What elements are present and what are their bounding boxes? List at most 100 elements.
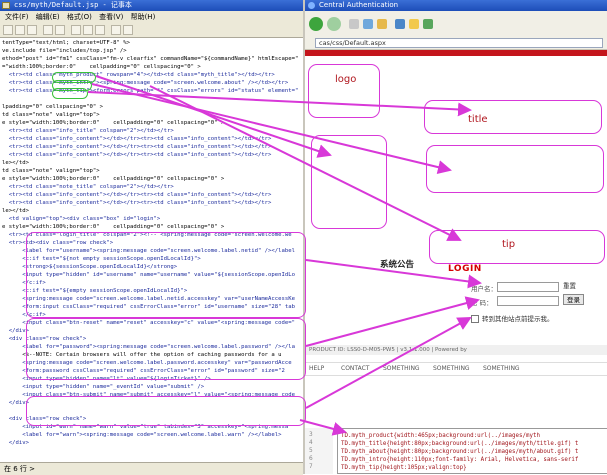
- title-placeholder: [424, 100, 602, 134]
- gutter-number: 5: [309, 448, 313, 454]
- css-rule-line: TD.myth_title{height:80px;background:url…: [341, 441, 579, 447]
- code-line: </div>: [2, 328, 29, 334]
- code-line: e style="width:100%;border:0" cellpaddin…: [2, 176, 225, 182]
- code-line: <tr><td class="info_content"></td></tr><…: [2, 152, 272, 158]
- code-line: <form:input cssClass="required" cssError…: [2, 304, 295, 310]
- css-snippet-panel[interactable]: TD.myth_product{width:465px;background:u…: [337, 428, 607, 474]
- code-line: <input type="hidden" name="_eventId" val…: [2, 384, 205, 390]
- code-line: <tr><td class="info_content"></td></tr><…: [2, 192, 272, 198]
- code-line: ethod="post" id="fm1" cssClass="fm-v cle…: [2, 56, 299, 62]
- code-line: </c:if>: [2, 280, 46, 286]
- open-file-icon[interactable]: [15, 25, 25, 35]
- logo-label: logo: [335, 74, 357, 85]
- editor-titlebar: css/myth/Default.jsp - 记事本: [0, 0, 303, 11]
- css-rule-line: TD.myth_tip{height:105px;valign:top}: [341, 465, 467, 471]
- gutter-number: 7: [309, 464, 313, 470]
- notepad-icon: [2, 2, 10, 9]
- tip-label: tip: [502, 239, 516, 250]
- print-icon[interactable]: [43, 25, 53, 35]
- code-line: <form:password cssClass="required" cssEr…: [2, 368, 285, 374]
- footer-link-something[interactable]: SOMETHING: [383, 363, 420, 375]
- code-line: <tr><td class="myth_intro"><spring:messa…: [2, 80, 289, 86]
- code-line: <div class="row check">: [2, 336, 87, 342]
- menu-help[interactable]: 帮助(H): [131, 13, 156, 21]
- search-icon[interactable]: [395, 19, 405, 29]
- refresh-icon[interactable]: [363, 19, 373, 29]
- gutter-number: 3: [309, 432, 313, 438]
- undo-icon[interactable]: [111, 25, 121, 35]
- code-line: <tr><td class="info_content"></td></tr><…: [2, 144, 272, 150]
- remember-label: 转到其他站点前提示我。: [482, 315, 554, 323]
- reset-button[interactable]: 重置: [563, 280, 576, 290]
- menu-format[interactable]: 格式(O): [67, 13, 92, 21]
- code-line: </div>: [2, 440, 29, 446]
- redo-icon[interactable]: [123, 25, 133, 35]
- footer-link-contact[interactable]: CONTACT: [341, 363, 369, 375]
- code-line: <label for="password"><spring:message co…: [2, 344, 295, 350]
- code-line: <tr><td class="info_content"></td></tr><…: [2, 200, 272, 206]
- menu-view[interactable]: 查看(V): [99, 13, 123, 21]
- stop-icon[interactable]: [349, 19, 359, 29]
- code-line: <input type="hidden" name="lt" value="${…: [2, 376, 211, 382]
- login-title: LOGIN: [448, 264, 482, 274]
- code-line: lpadding="0" cellspacing="0" >: [2, 104, 104, 110]
- product-placeholder: [311, 135, 387, 229]
- code-line: <input type="hidden" id="username" name=…: [2, 272, 295, 278]
- editor-window: css/myth/Default.jsp - 记事本 文件(F) 编辑(E) 格…: [0, 0, 305, 475]
- css-rule-line: TD.myth_product{width:465px;background:u…: [341, 433, 540, 439]
- warn-checkbox[interactable]: [471, 315, 479, 323]
- code-line: <tr><td class="note_title" colspan="2"><…: [2, 184, 174, 190]
- code-area[interactable]: tentType="text/html; charset=UTF-8" %> ve…: [0, 39, 303, 459]
- code-line: <label for="warn"><spring:message code="…: [2, 432, 282, 438]
- favorites-icon[interactable]: [409, 19, 419, 29]
- home-icon[interactable]: [377, 19, 387, 29]
- footer-info: PRODUCT ID: LSS0-D-M05-PW5 | v3.1.1.000 …: [305, 345, 607, 355]
- footer-link-help[interactable]: HELP: [309, 363, 324, 375]
- code-line: <div class="row check">: [2, 416, 87, 422]
- cut-icon[interactable]: [71, 25, 81, 35]
- code-line: <input id="warn" name="warn" value="true…: [2, 424, 289, 430]
- header-banner: [305, 50, 607, 56]
- editor-title: css/myth/Default.jsp - 记事本: [14, 1, 132, 9]
- editor-status-text: 在 6 行 >: [4, 465, 35, 473]
- remember-row: 转到其他站点前提示我。: [471, 313, 554, 323]
- editor-statusbar: 在 6 行 >: [0, 462, 303, 475]
- page-content: logo title tip 系统公告 LOGIN 用户名： 重置 密 码： 登…: [305, 50, 607, 474]
- code-line: <%--NOTE: Certain browsers will offer th…: [2, 352, 282, 358]
- login-button[interactable]: 登录: [563, 294, 584, 305]
- code-line: <strong>${sessionScope.openIdLocalId}</s…: [2, 264, 178, 270]
- history-icon[interactable]: [423, 19, 433, 29]
- tip-placeholder: [429, 230, 605, 264]
- browser-icon: [308, 2, 315, 9]
- code-line: td class="note" valign="top">: [2, 112, 100, 118]
- code-line: le></td>: [2, 208, 29, 214]
- code-line: ="width:100%;border:0" cellpadding="0" c…: [2, 64, 201, 70]
- code-line: <c:if test="${not empty sessionScope.ope…: [2, 256, 201, 262]
- paste-icon[interactable]: [95, 25, 105, 35]
- code-line: le></td>: [2, 160, 29, 166]
- username-input[interactable]: [497, 282, 559, 292]
- address-input[interactable]: cas/css/Default.aspx: [315, 38, 603, 48]
- notice-title: 系统公告: [380, 260, 415, 270]
- new-file-icon[interactable]: [3, 25, 13, 35]
- code-line: <spring:message code="screen.welcome.lab…: [2, 360, 292, 366]
- footer-link-something[interactable]: SOMETHING: [483, 363, 520, 375]
- browser-titlebar: Central Authentication: [305, 0, 607, 11]
- code-line: <tr><td class="info_content"></td></tr><…: [2, 136, 272, 142]
- code-line: <spring:message code="screen.welcome.lab…: [2, 296, 295, 302]
- browser-window: Central Authentication cas/css/Default.a…: [305, 0, 607, 474]
- save-icon[interactable]: [27, 25, 37, 35]
- forward-icon[interactable]: [327, 17, 341, 31]
- code-line: <tr><td><div class="row check">: [2, 240, 114, 246]
- copy-icon[interactable]: [83, 25, 93, 35]
- password-input[interactable]: [497, 296, 559, 306]
- find-icon[interactable]: [55, 25, 65, 35]
- code-line: <c:if test="${empty sessionScope.openIdL…: [2, 288, 188, 294]
- back-icon[interactable]: [309, 17, 323, 31]
- code-line: <tr><td class="login_title" colspan="2">…: [2, 232, 292, 238]
- menu-file[interactable]: 文件(F): [5, 13, 29, 21]
- footer-link-something[interactable]: SOMETHING: [433, 363, 470, 375]
- gutter-number: 4: [309, 440, 313, 446]
- password-label: 密 码：: [471, 299, 493, 307]
- menu-edit[interactable]: 编辑(E): [36, 13, 60, 21]
